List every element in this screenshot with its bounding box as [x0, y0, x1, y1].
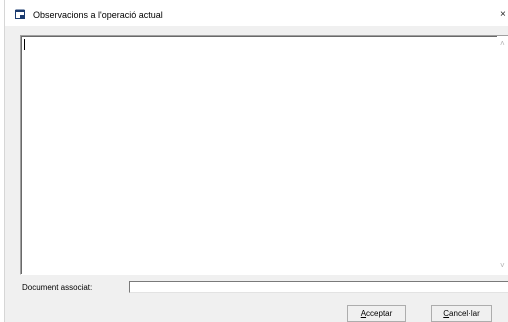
accept-button[interactable]: Acceptar [347, 305, 406, 322]
document-field[interactable] [129, 281, 508, 293]
cancel-label-rest: ancel·lar [449, 309, 480, 318]
observations-textarea[interactable]: ˄ ˅ [20, 35, 508, 275]
accept-label-rest: cceptar [366, 309, 393, 318]
document-window-icon [15, 9, 25, 19]
window-title: Observacions a l'operació actual [33, 10, 163, 20]
cancel-button[interactable]: Cancel·lar [431, 305, 492, 322]
document-label: Document associat: [22, 283, 93, 292]
title-bar: Observacions a l'operació actual [5, 0, 508, 26]
text-caret [24, 39, 25, 50]
scroll-up-arrow-icon[interactable]: ˄ [500, 40, 505, 48]
close-button[interactable]: × [500, 9, 506, 21]
vertical-scrollbar[interactable]: ˄ ˅ [497, 36, 508, 274]
scroll-down-arrow-icon[interactable]: ˅ [500, 262, 505, 270]
dialog-client-area: ˄ ˅ Document associat: Acceptar Cancel·l… [5, 26, 508, 322]
